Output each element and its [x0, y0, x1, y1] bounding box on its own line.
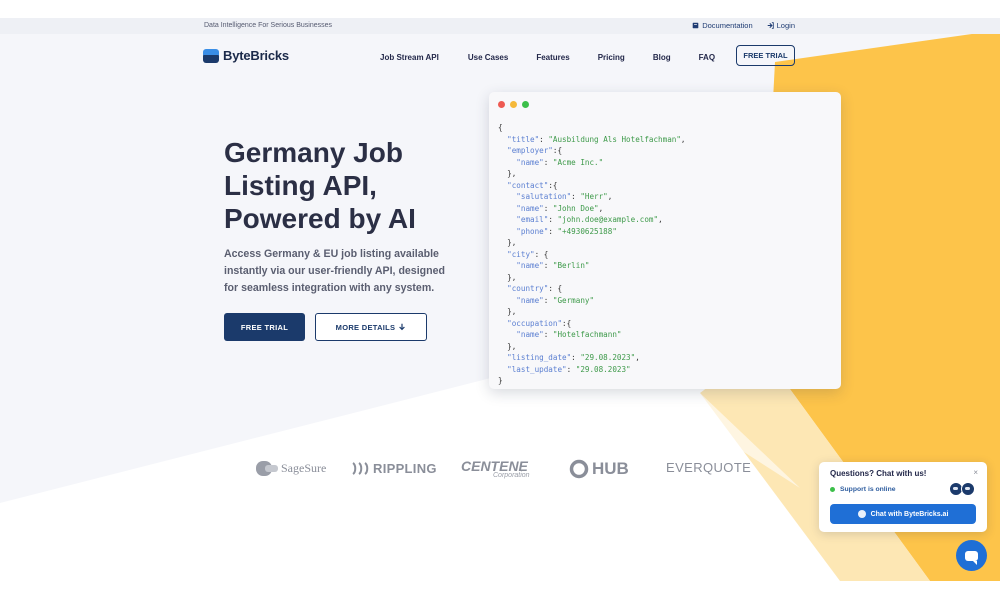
close-dot-icon — [498, 101, 505, 108]
tagline: Data Intelligence For Serious Businesses — [204, 22, 333, 29]
code-line: }, — [498, 238, 517, 247]
sagesure-mark-icon — [256, 461, 278, 476]
hero-title-line: Germany Job — [224, 137, 403, 168]
hub-mark-icon — [569, 459, 589, 479]
client-logo-rippling: RIPPLING — [352, 461, 437, 476]
code-line: "name": "John Doe", — [516, 203, 604, 213]
code-line: }, — [498, 341, 517, 351]
client-logo-label: HUB — [592, 459, 629, 478]
chat-question: Questions? Chat with us! — [830, 469, 927, 478]
more-details-label: MORE DETAILS — [335, 322, 396, 332]
support-status-label: Support is online — [840, 486, 896, 493]
hero-subtitle: Access Germany & EU job listing availabl… — [224, 248, 445, 294]
code-line: { — [498, 123, 503, 132]
code-line: "city": { — [507, 249, 549, 259]
code-line: "name": "Hotelfachmann" — [516, 330, 622, 339]
code-line: "listing_date": "29.08.2023", — [507, 353, 640, 362]
main-nav: ByteBricks Job Stream API Use Cases Feat… — [0, 34, 1000, 78]
start-chat-button[interactable]: Chat with ByteBricks.ai — [830, 504, 976, 524]
client-logo-sub: Corporation — [493, 472, 530, 479]
code-line: "name": "Berlin" — [516, 261, 590, 270]
utility-links: Documentation Login — [692, 21, 795, 30]
code-line: } — [498, 376, 503, 385]
book-icon — [692, 22, 699, 29]
login-icon — [767, 22, 774, 29]
login-label: Login — [776, 21, 795, 30]
hero-title-line: Powered by AI — [224, 203, 416, 234]
client-logo-sagesure: SageSure — [256, 460, 326, 477]
brand-name: ByteBricks — [223, 48, 289, 63]
client-logo-label: EVERQUOTE — [666, 460, 752, 475]
code-line: "name": "Acme Inc." — [516, 157, 604, 167]
client-logo-label: RIPPLING — [373, 461, 437, 476]
client-logo-everquote: EVERQUOTE — [666, 460, 751, 475]
brand-logo[interactable]: ByteBricks — [203, 48, 289, 63]
maximize-dot-icon — [522, 101, 529, 108]
code-line: "contact":{ — [507, 180, 558, 190]
page: Data Intelligence For Serious Businesses… — [0, 18, 1000, 581]
chat-launcher-button[interactable] — [956, 540, 987, 571]
code-line: "occupation":{ — [507, 318, 572, 328]
code-line: "title": "Ausbildung Als Hotelfachman", — [507, 134, 686, 144]
client-logo-centene: CENTENE Corporation — [461, 458, 530, 479]
support-status: Support is online — [830, 486, 896, 493]
nav-item-pricing[interactable]: Pricing — [598, 53, 625, 62]
start-chat-label: Chat with ByteBricks.ai — [870, 510, 949, 518]
message-icon — [965, 550, 978, 565]
hero-title: Germany Job Listing API, Powered by AI — [224, 136, 464, 235]
code-line: "last_update": "29.08.2023" — [507, 364, 631, 374]
documentation-label: Documentation — [702, 21, 753, 30]
chat-icon — [857, 510, 866, 518]
client-logo-hub: HUB — [569, 459, 629, 479]
nav-menu: Job Stream API Use Cases Features Pricin… — [380, 53, 743, 62]
client-logos: SageSure RIPPLING CENTENE Corporation HU… — [256, 458, 756, 484]
code-line: "employer":{ — [507, 146, 563, 155]
code-line: }, — [498, 272, 517, 282]
code-line: "salutation": "Herr", — [516, 192, 613, 201]
chat-close-button[interactable]: × — [973, 468, 978, 477]
minimize-dot-icon — [510, 101, 517, 108]
arrow-down-icon — [399, 323, 406, 331]
code-line: "phone": "+4930625188" — [516, 226, 617, 236]
client-logo-label: SageSure — [281, 461, 327, 475]
utility-bar: Data Intelligence For Serious Businesses… — [0, 18, 1000, 34]
free-trial-button[interactable]: FREE TRIAL — [224, 313, 305, 341]
online-dot-icon — [830, 487, 835, 492]
nav-item-job-stream-api[interactable]: Job Stream API — [380, 53, 439, 62]
code-window: { "title": "Ausbildung Als Hotelfachman"… — [489, 92, 841, 389]
code-line: "email": "john.doe@example.com", — [516, 215, 663, 224]
nav-item-use-cases[interactable]: Use Cases — [468, 53, 508, 62]
agent-avatars — [949, 482, 975, 496]
json-code-sample: { "title": "Ausbildung Als Hotelfachman"… — [498, 122, 686, 387]
code-line: }, — [498, 169, 517, 178]
more-details-button[interactable]: MORE DETAILS — [315, 313, 427, 341]
nav-item-blog[interactable]: Blog — [653, 53, 671, 62]
code-line: }, — [498, 307, 517, 316]
nav-item-faq[interactable]: FAQ — [699, 53, 715, 62]
code-line: "name": "Germany" — [516, 295, 595, 305]
chat-widget: Questions? Chat with us! × Support is on… — [819, 462, 987, 532]
hero-title-line: Listing API, — [224, 170, 377, 201]
rippling-mark-icon — [352, 462, 369, 475]
window-controls — [498, 101, 529, 108]
avatar — [961, 482, 975, 496]
nav-item-features[interactable]: Features — [536, 53, 569, 62]
login-link[interactable]: Login — [767, 21, 795, 30]
code-line: "country": { — [507, 284, 563, 293]
bricks-logo-icon — [203, 48, 219, 63]
nav-free-trial-button[interactable]: FREE TRIAL — [736, 45, 795, 66]
documentation-link[interactable]: Documentation — [692, 21, 753, 30]
